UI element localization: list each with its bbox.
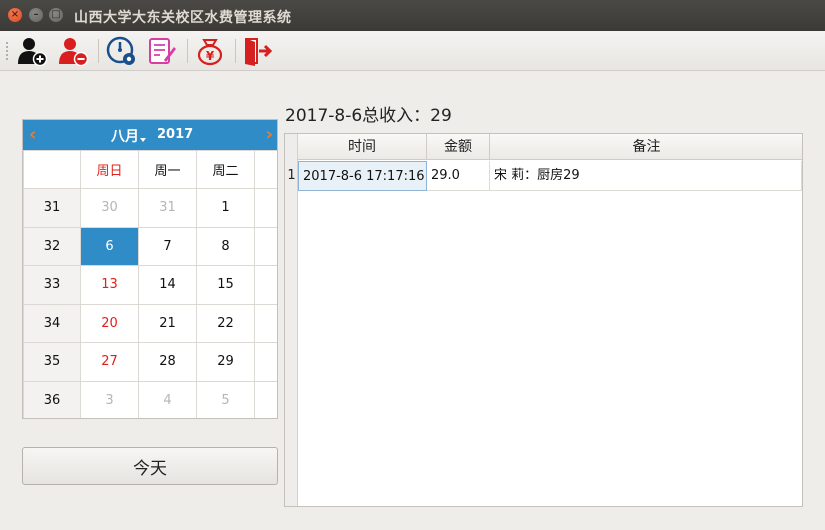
exit-door-icon — [245, 38, 273, 66]
column-header-amount[interactable]: 金额 — [427, 134, 490, 160]
calendar-day[interactable]: 13 — [79, 265, 139, 305]
weekday-header: 周二 — [195, 150, 255, 189]
prev-month-button[interactable]: ‹ — [29, 123, 36, 147]
edit-document-icon — [149, 38, 176, 64]
daily-income-label: 2017-8-6总收入：29 — [285, 106, 452, 126]
today-button[interactable]: 今天 — [22, 447, 278, 485]
calendar-day[interactable]: 1 — [253, 265, 277, 305]
calendar-day[interactable]: 6 — [253, 380, 277, 418]
calendar-day[interactable]: 2 — [253, 303, 277, 343]
calendar-day[interactable]: 8 — [195, 226, 255, 266]
calendar-widget: ‹ 八月 2017 › 周日 周一 周二 周 31 30 31 1 2 32 6… — [22, 119, 278, 419]
next-month-button[interactable]: › — [266, 123, 273, 147]
weekday-header: 周 — [253, 150, 277, 189]
table-cell-time[interactable]: 2017-8-6 17:17:16 — [298, 161, 427, 191]
svg-text:¥: ¥ — [206, 49, 215, 63]
calendar-grid: 周日 周一 周二 周 31 30 31 1 2 32 6 7 8 9 33 13… — [23, 150, 277, 418]
calendar-day[interactable]: 30 — [79, 188, 139, 228]
week-number: 36 — [23, 380, 81, 418]
add-user-icon — [18, 38, 48, 67]
calendar-nav-bar: ‹ 八月 2017 › — [23, 120, 277, 150]
weekday-header: 周日 — [79, 150, 139, 189]
calendar-day[interactable]: 2 — [253, 188, 277, 228]
calendar-day-selected[interactable]: 6 — [79, 226, 139, 266]
week-number: 34 — [23, 303, 81, 343]
calendar-day[interactable]: 5 — [195, 380, 255, 418]
chevron-down-icon — [140, 138, 146, 142]
week-number: 33 — [23, 265, 81, 305]
month-selector[interactable]: 八月 — [111, 126, 139, 146]
calendar-day[interactable]: 1 — [195, 188, 255, 228]
week-number-header — [23, 150, 81, 189]
week-number: 31 — [23, 188, 81, 228]
column-header-time[interactable]: 时间 — [298, 134, 427, 160]
window-title: 山西大学大东关校区水费管理系统 — [74, 10, 292, 26]
calendar-day[interactable]: 28 — [137, 342, 197, 382]
money-bag-icon: ¥ — [197, 39, 223, 66]
records-table: 时间 金额 备注 1 2017-8-6 17:17:16 29.0 宋 莉：厨房… — [284, 133, 803, 507]
remove-user-icon — [59, 38, 89, 67]
calendar-day[interactable]: 22 — [195, 303, 255, 343]
calendar-day[interactable]: 3 — [79, 380, 139, 418]
calendar-day[interactable]: 27 — [79, 342, 139, 382]
row-number[interactable]: 1 — [285, 161, 298, 191]
toolbar-separator — [235, 39, 236, 63]
calendar-day[interactable]: 9 — [253, 226, 277, 266]
calendar-day[interactable]: 3 — [253, 342, 277, 382]
close-window-button[interactable]: × — [8, 8, 22, 22]
add-user-button[interactable] — [15, 34, 49, 68]
toolbar: ¥ — [0, 31, 825, 71]
column-header-note[interactable]: 备注 — [490, 134, 802, 160]
income-button[interactable]: ¥ — [193, 34, 227, 68]
toolbar-separator — [187, 39, 188, 63]
calendar-day[interactable]: 14 — [137, 265, 197, 305]
table-cell-note[interactable]: 宋 莉：厨房29 — [490, 161, 802, 191]
week-number: 35 — [23, 342, 81, 382]
calendar-day[interactable]: 4 — [137, 380, 197, 418]
settings-dial-icon — [106, 36, 135, 65]
toolbar-grip[interactable] — [5, 41, 9, 61]
calendar-day[interactable]: 31 — [137, 188, 197, 228]
maximize-window-button[interactable]: □ — [49, 8, 63, 22]
remove-user-button[interactable] — [56, 34, 90, 68]
calendar-day[interactable]: 7 — [137, 226, 197, 266]
calendar-day[interactable]: 29 — [195, 342, 255, 382]
weekday-header: 周一 — [137, 150, 197, 189]
toolbar-separator — [98, 39, 99, 63]
year-selector[interactable]: 2017 — [157, 127, 193, 142]
week-number: 32 — [23, 226, 81, 266]
settings-button[interactable] — [104, 34, 138, 68]
calendar-day[interactable]: 21 — [137, 303, 197, 343]
minimize-window-button[interactable]: – — [29, 8, 43, 22]
table-cell-amount[interactable]: 29.0 — [427, 161, 490, 191]
calendar-day[interactable]: 20 — [79, 303, 139, 343]
edit-record-button[interactable] — [145, 34, 179, 68]
title-bar: × – □ 山西大学大东关校区水费管理系统 — [0, 0, 825, 31]
exit-button[interactable] — [241, 34, 275, 68]
calendar-day[interactable]: 15 — [195, 265, 255, 305]
